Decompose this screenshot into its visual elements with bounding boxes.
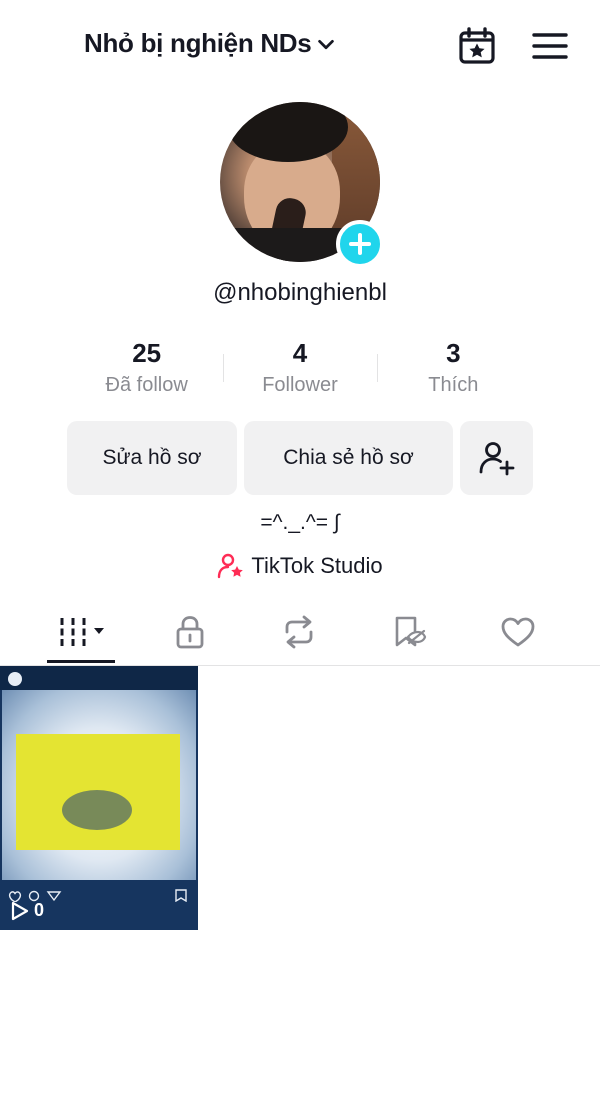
share-profile-button[interactable]: Chia sẻ hồ sơ — [244, 421, 453, 495]
profile-avatar-area — [220, 102, 384, 268]
stat-followers-label: Follower — [262, 374, 338, 396]
calendar-star-icon[interactable] — [458, 27, 496, 65]
account-switcher[interactable]: Nhỏ bị nghiện NDs — [84, 28, 337, 59]
tab-favorites[interactable] — [359, 600, 459, 664]
stat-followers[interactable]: 4 Follower — [223, 336, 376, 406]
stat-likes-label: Thích — [428, 374, 479, 396]
add-user-icon — [479, 442, 514, 476]
edit-profile-button[interactable]: Sửa hồ sơ — [67, 421, 237, 495]
profile-tabs — [0, 600, 600, 666]
hamburger-menu-icon[interactable] — [532, 31, 568, 61]
username: @nhobinghienbl — [213, 279, 387, 306]
profile-stats: 25 Đã follow 4 Follower 3 Thích — [70, 336, 530, 406]
profile-bio: =^._.^= ∫ — [260, 511, 340, 534]
tiktok-studio-label: TikTok Studio — [251, 553, 383, 578]
tab-private[interactable] — [140, 600, 240, 664]
stat-divider — [223, 354, 224, 382]
stat-following-label: Đã follow — [105, 374, 188, 396]
tab-liked[interactable] — [468, 600, 568, 664]
bookmark-hidden-icon — [395, 616, 427, 647]
play-icon — [11, 901, 29, 920]
tab-videos[interactable] — [33, 600, 133, 664]
stat-followers-count: 4 — [292, 338, 308, 368]
stat-likes[interactable]: 3 Thích — [377, 336, 530, 406]
profile-header: Nhỏ bị nghiện NDs — [0, 0, 600, 92]
tab-reposts[interactable] — [249, 600, 349, 664]
stat-likes-count: 3 — [446, 338, 461, 368]
chevron-down-icon — [318, 39, 335, 49]
grid-dropdown-icon — [60, 618, 104, 646]
tiktok-studio-link[interactable]: TikTok Studio — [0, 552, 600, 580]
view-count-value: 0 — [34, 900, 45, 920]
profile-actions: Sửa hồ sơ Chia sẻ hồ sơ — [67, 421, 533, 495]
active-tab-indicator — [47, 660, 115, 663]
video-view-count: 0 — [10, 900, 44, 921]
stat-following[interactable]: 25 Đã follow — [70, 336, 223, 406]
heart-icon — [501, 617, 535, 647]
display-name: Nhỏ bị nghiện NDs — [84, 28, 312, 58]
plus-icon — [349, 233, 371, 255]
stat-divider — [377, 354, 378, 382]
add-friend-button[interactable] — [460, 421, 533, 495]
video-thumbnail[interactable]: 0 — [0, 666, 198, 930]
creator-star-icon — [218, 553, 244, 579]
stat-following-count: 25 — [132, 338, 162, 368]
lock-icon — [176, 616, 204, 649]
repost-icon — [285, 615, 313, 649]
add-avatar-button[interactable] — [336, 220, 384, 268]
